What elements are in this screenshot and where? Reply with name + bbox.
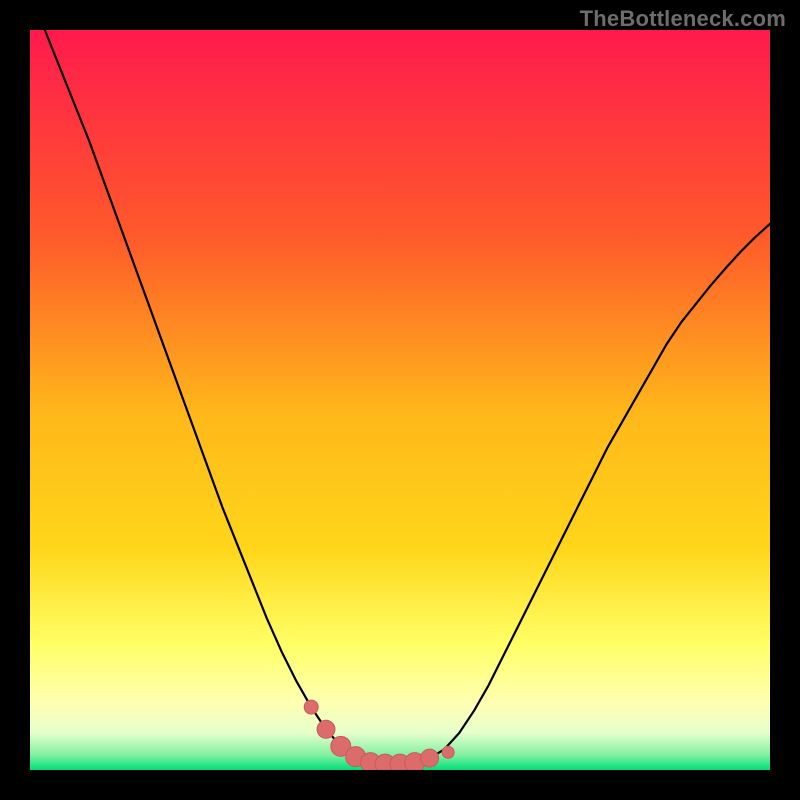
- highlight-marker: [317, 720, 335, 738]
- highlight-marker: [304, 700, 318, 714]
- watermark-text: TheBottleneck.com: [580, 6, 786, 32]
- plot-area: [30, 30, 770, 770]
- gradient-background: [30, 30, 770, 770]
- outer-frame: TheBottleneck.com: [0, 0, 800, 800]
- chart-svg: [30, 30, 770, 770]
- highlight-marker: [421, 749, 439, 767]
- highlight-marker: [442, 746, 454, 758]
